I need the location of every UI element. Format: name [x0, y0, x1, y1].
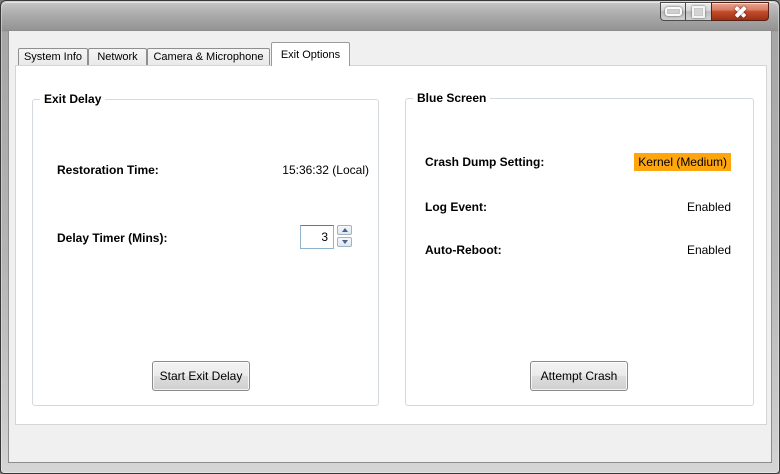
close-button[interactable] — [711, 2, 769, 21]
chevron-up-icon — [341, 228, 348, 232]
spin-up-button[interactable] — [337, 225, 352, 235]
start-exit-delay-button[interactable]: Start Exit Delay — [152, 361, 250, 391]
restoration-time-value: 15:36:32 (Local) — [282, 163, 369, 177]
maximize-icon — [692, 5, 705, 18]
auto-reboot-label: Auto-Reboot: — [425, 242, 502, 257]
tab-system-info[interactable]: System Info — [18, 48, 88, 65]
exit-delay-group-title: Exit Delay — [40, 91, 106, 107]
restoration-time-row: Restoration Time: 15:36:32 (Local) — [57, 161, 369, 179]
auto-reboot-row: Auto-Reboot: Enabled — [425, 241, 731, 258]
window-controls — [660, 2, 769, 21]
minimize-icon — [664, 7, 682, 16]
auto-reboot-value: Enabled — [686, 242, 731, 257]
close-icon — [733, 4, 748, 19]
log-event-label: Log Event: — [425, 199, 487, 214]
chevron-down-icon — [341, 240, 348, 244]
client-area: System Info Network Camera & Microphone … — [9, 31, 771, 462]
exit-delay-group: Exit Delay Restoration Time: 15:36:32 (L… — [32, 91, 379, 406]
tab-page-exit-options: Exit Delay Restoration Time: 15:36:32 (L… — [15, 65, 767, 425]
crash-dump-value-badge: Kernel (Medium) — [634, 153, 731, 171]
blue-screen-group: Blue Screen Crash Dump Setting: Kernel (… — [405, 90, 754, 406]
restoration-time-label: Restoration Time: — [57, 163, 159, 177]
spin-down-button[interactable] — [337, 237, 352, 247]
maximize-button[interactable] — [685, 2, 712, 21]
tab-exit-options[interactable]: Exit Options — [271, 42, 350, 66]
blue-screen-group-title: Blue Screen — [413, 90, 491, 106]
tab-camera-microphone[interactable]: Camera & Microphone — [147, 48, 270, 65]
tab-network[interactable]: Network — [88, 48, 147, 65]
delay-timer-stepper — [300, 225, 352, 249]
attempt-crash-button[interactable]: Attempt Crash — [530, 361, 628, 391]
log-event-value: Enabled — [686, 199, 731, 214]
crash-dump-label: Crash Dump Setting: — [425, 155, 545, 169]
minimize-button[interactable] — [660, 2, 686, 21]
log-event-row: Log Event: Enabled — [425, 198, 731, 215]
crash-dump-row: Crash Dump Setting: Kernel (Medium) — [425, 152, 731, 172]
stepper-buttons — [337, 225, 352, 247]
delay-timer-input[interactable] — [300, 225, 334, 249]
app-window: System Info Network Camera & Microphone … — [0, 0, 780, 474]
delay-timer-label: Delay Timer (Mins): — [57, 231, 168, 245]
